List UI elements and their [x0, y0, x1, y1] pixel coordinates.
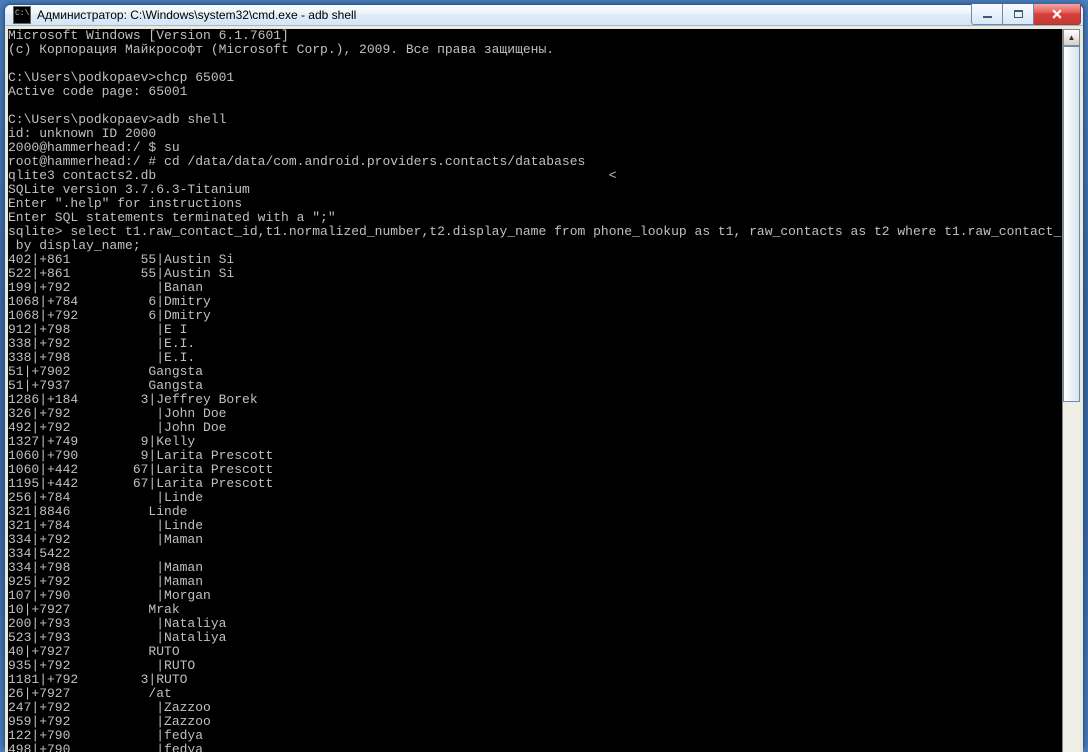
term-line: Active code page: 65001 — [8, 84, 187, 99]
result-row: 1068|+792 6|Dmitry — [8, 308, 211, 323]
term-line: Enter SQL statements terminated with a "… — [8, 210, 336, 225]
cmd-window: Администратор: C:\Windows\system32\cmd.e… — [4, 4, 1084, 748]
desktop-background: Администратор: C:\Windows\system32\cmd.e… — [0, 0, 1088, 752]
result-row: 1060|+442 67|Larita Prescott — [8, 462, 273, 477]
result-row: 26|+7927 /at — [8, 686, 172, 701]
scrollbar-thumb[interactable] — [1063, 46, 1080, 402]
result-row: 492|+792 |John Doe — [8, 420, 226, 435]
term-line: sqlite> select t1.raw_contact_id,t1.norm… — [8, 224, 1062, 239]
term-line: id: unknown ID 2000 — [8, 126, 156, 141]
result-row: 1327|+749 9|Kelly — [8, 434, 195, 449]
result-row: 402|+861 55|Austin Si — [8, 252, 234, 267]
close-icon: ✕ — [1051, 7, 1063, 21]
result-row: 1068|+784 6|Dmitry — [8, 294, 211, 309]
term-line: SQLite version 3.7.6.3-Titanium — [8, 182, 250, 197]
result-row: 1286|+184 3|Jeffrey Borek — [8, 392, 258, 407]
result-row: 935|+792 |RUTO — [8, 658, 195, 673]
result-row: 925|+792 |Maman — [8, 574, 203, 589]
maximize-button[interactable] — [1003, 4, 1034, 25]
scrollbar-track[interactable] — [1063, 46, 1080, 752]
result-row: 338|+792 |E.I. — [8, 336, 195, 351]
result-row: 256|+784 |Linde — [8, 490, 203, 505]
vertical-scrollbar[interactable]: ▲ ▼ — [1062, 29, 1080, 752]
term-line: 2000@hammerhead:/ $ su — [8, 140, 180, 155]
result-row: 199|+792 |Banan — [8, 280, 203, 295]
result-row: 334|+792 |Maman — [8, 532, 203, 547]
result-row: 321|8846 Linde — [8, 504, 187, 519]
result-row: 247|+792 |Zazzoo — [8, 700, 211, 715]
result-row: 959|+792 |Zazzoo — [8, 714, 211, 729]
maximize-icon — [1014, 10, 1023, 18]
result-row: 10|+7927 Mrak — [8, 602, 180, 617]
term-line: (c) Корпорация Майкрософт (Microsoft Cor… — [8, 42, 554, 57]
result-row: 326|+792 |John Doe — [8, 406, 226, 421]
result-row: 122|+790 |fedya — [8, 728, 203, 743]
term-line: qlite3 contacts2.db < — [8, 168, 617, 183]
result-row: 51|+7937 Gangsta — [8, 378, 203, 393]
term-line: root@hammerhead:/ # cd /data/data/com.an… — [8, 154, 585, 169]
result-row: 1181|+792 3|RUTO — [8, 672, 187, 687]
term-line: C:\Users\podkopaev>chcp 65001 — [8, 70, 234, 85]
result-row: 498|+790 |fedya — [8, 742, 203, 752]
minimize-button[interactable] — [971, 4, 1003, 25]
result-row: 334|5422 — [8, 546, 70, 561]
terminal-output[interactable]: Microsoft Windows [Version 6.1.7601] (c)… — [8, 29, 1062, 752]
result-row: 334|+798 |Maman — [8, 560, 203, 575]
result-row: 338|+798 |E.I. — [8, 350, 195, 365]
term-line: Enter ".help" for instructions — [8, 196, 242, 211]
result-row: 107|+790 |Morgan — [8, 588, 211, 603]
scroll-up-button[interactable]: ▲ — [1063, 29, 1080, 46]
result-row: 1060|+790 9|Larita Prescott — [8, 448, 273, 463]
client-area: Microsoft Windows [Version 6.1.7601] (c)… — [5, 26, 1083, 752]
result-row: 522|+861 55|Austin Si — [8, 266, 234, 281]
close-button[interactable]: ✕ — [1034, 4, 1081, 25]
titlebar[interactable]: Администратор: C:\Windows\system32\cmd.e… — [5, 5, 1083, 26]
result-row: 200|+793 |Nataliya — [8, 616, 226, 631]
result-row: 40|+7927 RUTO — [8, 644, 180, 659]
result-row: 321|+784 |Linde — [8, 518, 203, 533]
result-row: 912|+798 |E I — [8, 322, 187, 337]
result-row: 523|+793 |Nataliya — [8, 630, 226, 645]
minimize-icon — [983, 16, 992, 18]
cmd-icon[interactable] — [13, 6, 31, 24]
result-row: 1195|+442 67|Larita Prescott — [8, 476, 273, 491]
term-line: C:\Users\podkopaev>adb shell — [8, 112, 226, 127]
window-title: Администратор: C:\Windows\system32\cmd.e… — [37, 8, 971, 22]
result-row: 51|+7902 Gangsta — [8, 364, 203, 379]
term-line: Microsoft Windows [Version 6.1.7601] — [8, 29, 289, 43]
term-line: by display_name; — [8, 238, 141, 253]
window-buttons: ✕ — [971, 5, 1083, 25]
